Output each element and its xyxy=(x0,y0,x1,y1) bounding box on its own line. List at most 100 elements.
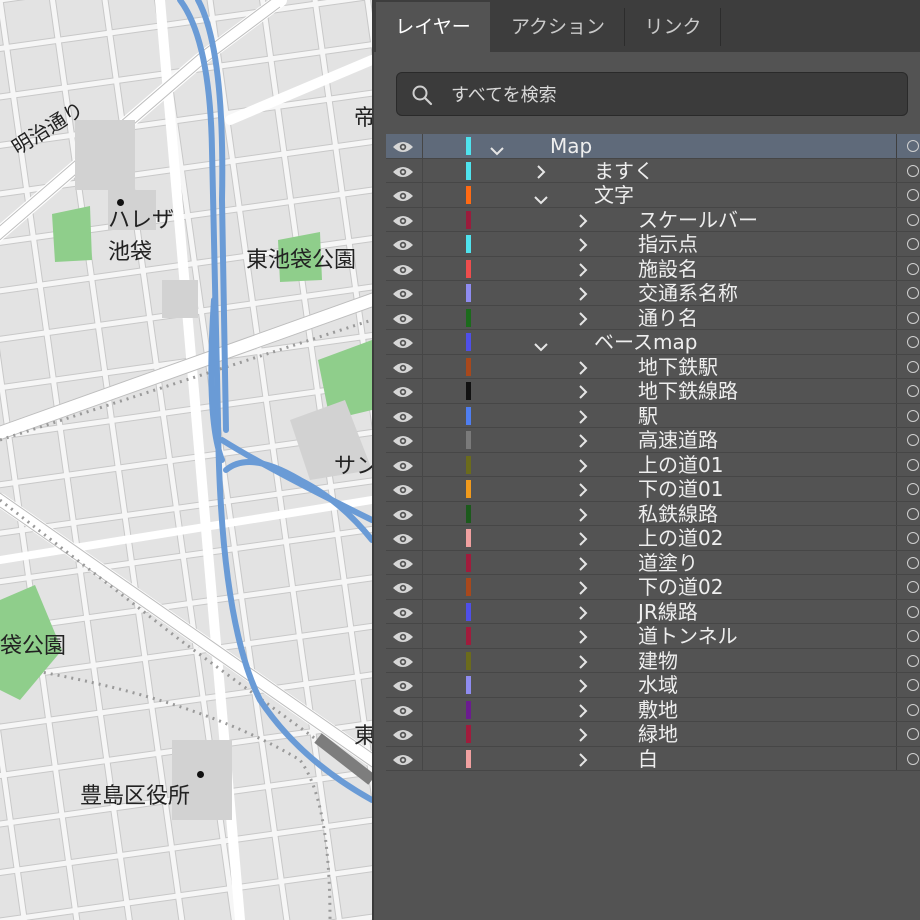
layer-row[interactable]: 下の道01 xyxy=(386,477,920,502)
map-canvas[interactable]: 明治通り ハレザ 池袋 東池袋公園 袋公園 サン 豊島区役所 帝 東 xyxy=(0,0,372,920)
layer-row[interactable]: 水域 xyxy=(386,673,920,698)
eye-icon[interactable] xyxy=(392,678,414,697)
layer-row[interactable]: 地下鉄駅 xyxy=(386,354,920,379)
chevron-right-icon[interactable] xyxy=(578,556,588,575)
layer-row[interactable]: 道塗り xyxy=(386,550,920,575)
target-circle-icon[interactable] xyxy=(907,409,919,422)
layer-row[interactable]: JR線路 xyxy=(386,599,920,624)
eye-icon[interactable] xyxy=(392,237,414,256)
target-circle-icon[interactable] xyxy=(907,287,919,299)
eye-icon[interactable] xyxy=(392,458,414,477)
chevron-right-icon[interactable] xyxy=(536,164,546,183)
target-circle-icon[interactable] xyxy=(907,654,919,667)
eye-icon[interactable] xyxy=(392,727,414,746)
tab-links[interactable]: リンク xyxy=(626,2,720,52)
layer-row[interactable]: 駅 xyxy=(386,403,920,428)
layer-row[interactable]: 建物 xyxy=(386,648,920,673)
layer-row[interactable]: 下の道02 xyxy=(386,575,920,600)
target-circle-icon[interactable] xyxy=(907,458,919,471)
eye-icon[interactable] xyxy=(392,335,414,354)
eye-icon[interactable] xyxy=(392,139,414,158)
layer-row[interactable]: スケールバー xyxy=(386,207,920,232)
layer-row[interactable]: 施設名 xyxy=(386,256,920,281)
eye-icon[interactable] xyxy=(392,752,414,771)
eye-icon[interactable] xyxy=(392,556,414,575)
layer-row[interactable]: 地下鉄線路 xyxy=(386,379,920,404)
target-circle-icon[interactable] xyxy=(907,532,919,544)
target-circle-icon[interactable] xyxy=(907,679,919,691)
chevron-right-icon[interactable] xyxy=(578,727,588,746)
eye-icon[interactable] xyxy=(392,360,414,379)
eye-icon[interactable] xyxy=(392,580,414,599)
eye-icon[interactable] xyxy=(392,629,414,648)
target-circle-icon[interactable] xyxy=(907,703,919,716)
chevron-right-icon[interactable] xyxy=(578,703,588,722)
layer-row[interactable]: 高速道路 xyxy=(386,428,920,453)
chevron-right-icon[interactable] xyxy=(578,752,588,771)
eye-icon[interactable] xyxy=(392,605,414,624)
eye-icon[interactable] xyxy=(392,409,414,428)
target-circle-icon[interactable] xyxy=(907,507,919,520)
target-circle-icon[interactable] xyxy=(907,581,919,593)
eye-icon[interactable] xyxy=(392,482,414,501)
target-circle-icon[interactable] xyxy=(907,752,919,765)
eye-icon[interactable] xyxy=(392,311,414,330)
target-circle-icon[interactable] xyxy=(907,238,919,250)
layer-row[interactable]: 敷地 xyxy=(386,697,920,722)
chevron-down-icon[interactable] xyxy=(490,141,504,160)
layer-row[interactable]: 道トンネル xyxy=(386,624,920,649)
eye-icon[interactable] xyxy=(392,507,414,526)
layer-row[interactable]: 緑地 xyxy=(386,722,920,747)
eye-icon[interactable] xyxy=(392,384,414,403)
chevron-right-icon[interactable] xyxy=(578,580,588,599)
target-circle-icon[interactable] xyxy=(907,556,919,569)
chevron-right-icon[interactable] xyxy=(578,213,588,232)
layer-row[interactable]: 上の道02 xyxy=(386,526,920,551)
target-circle-icon[interactable] xyxy=(907,262,919,275)
chevron-right-icon[interactable] xyxy=(578,458,588,477)
target-circle-icon[interactable] xyxy=(907,213,919,226)
chevron-right-icon[interactable] xyxy=(578,605,588,624)
target-circle-icon[interactable] xyxy=(907,728,919,740)
target-circle-icon[interactable] xyxy=(907,434,919,446)
chevron-down-icon[interactable] xyxy=(534,337,548,356)
layer-row[interactable]: 通り名 xyxy=(386,305,920,330)
eye-icon[interactable] xyxy=(392,164,414,183)
layer-row[interactable]: 文字 xyxy=(386,183,920,208)
chevron-right-icon[interactable] xyxy=(578,678,588,697)
chevron-right-icon[interactable] xyxy=(578,531,588,550)
eye-icon[interactable] xyxy=(392,654,414,673)
target-circle-icon[interactable] xyxy=(907,164,919,177)
chevron-right-icon[interactable] xyxy=(578,286,588,305)
layer-row[interactable]: 上の道01 xyxy=(386,452,920,477)
target-circle-icon[interactable] xyxy=(907,336,919,348)
eye-icon[interactable] xyxy=(392,703,414,722)
eye-icon[interactable] xyxy=(392,213,414,232)
chevron-right-icon[interactable] xyxy=(578,482,588,501)
search-box[interactable] xyxy=(396,72,908,116)
chevron-right-icon[interactable] xyxy=(578,433,588,452)
chevron-right-icon[interactable] xyxy=(578,629,588,648)
target-circle-icon[interactable] xyxy=(907,605,919,618)
target-circle-icon[interactable] xyxy=(907,360,919,373)
chevron-right-icon[interactable] xyxy=(578,409,588,428)
target-circle-icon[interactable] xyxy=(907,189,919,201)
layer-row[interactable]: 私鉄線路 xyxy=(386,501,920,526)
eye-icon[interactable] xyxy=(392,286,414,305)
target-circle-icon[interactable] xyxy=(907,311,919,324)
search-input[interactable] xyxy=(449,79,893,111)
tab-layers[interactable]: レイヤー xyxy=(376,2,490,52)
chevron-right-icon[interactable] xyxy=(578,237,588,256)
eye-icon[interactable] xyxy=(392,188,414,207)
target-circle-icon[interactable] xyxy=(907,140,919,152)
chevron-down-icon[interactable] xyxy=(534,190,548,209)
layer-row[interactable]: Map xyxy=(386,134,920,159)
layer-row[interactable]: 交通系名称 xyxy=(386,281,920,306)
chevron-right-icon[interactable] xyxy=(578,262,588,281)
target-circle-icon[interactable] xyxy=(907,483,919,495)
chevron-right-icon[interactable] xyxy=(578,311,588,330)
tab-actions[interactable]: アクション xyxy=(492,2,624,52)
chevron-right-icon[interactable] xyxy=(578,360,588,379)
chevron-right-icon[interactable] xyxy=(578,384,588,403)
chevron-right-icon[interactable] xyxy=(578,507,588,526)
